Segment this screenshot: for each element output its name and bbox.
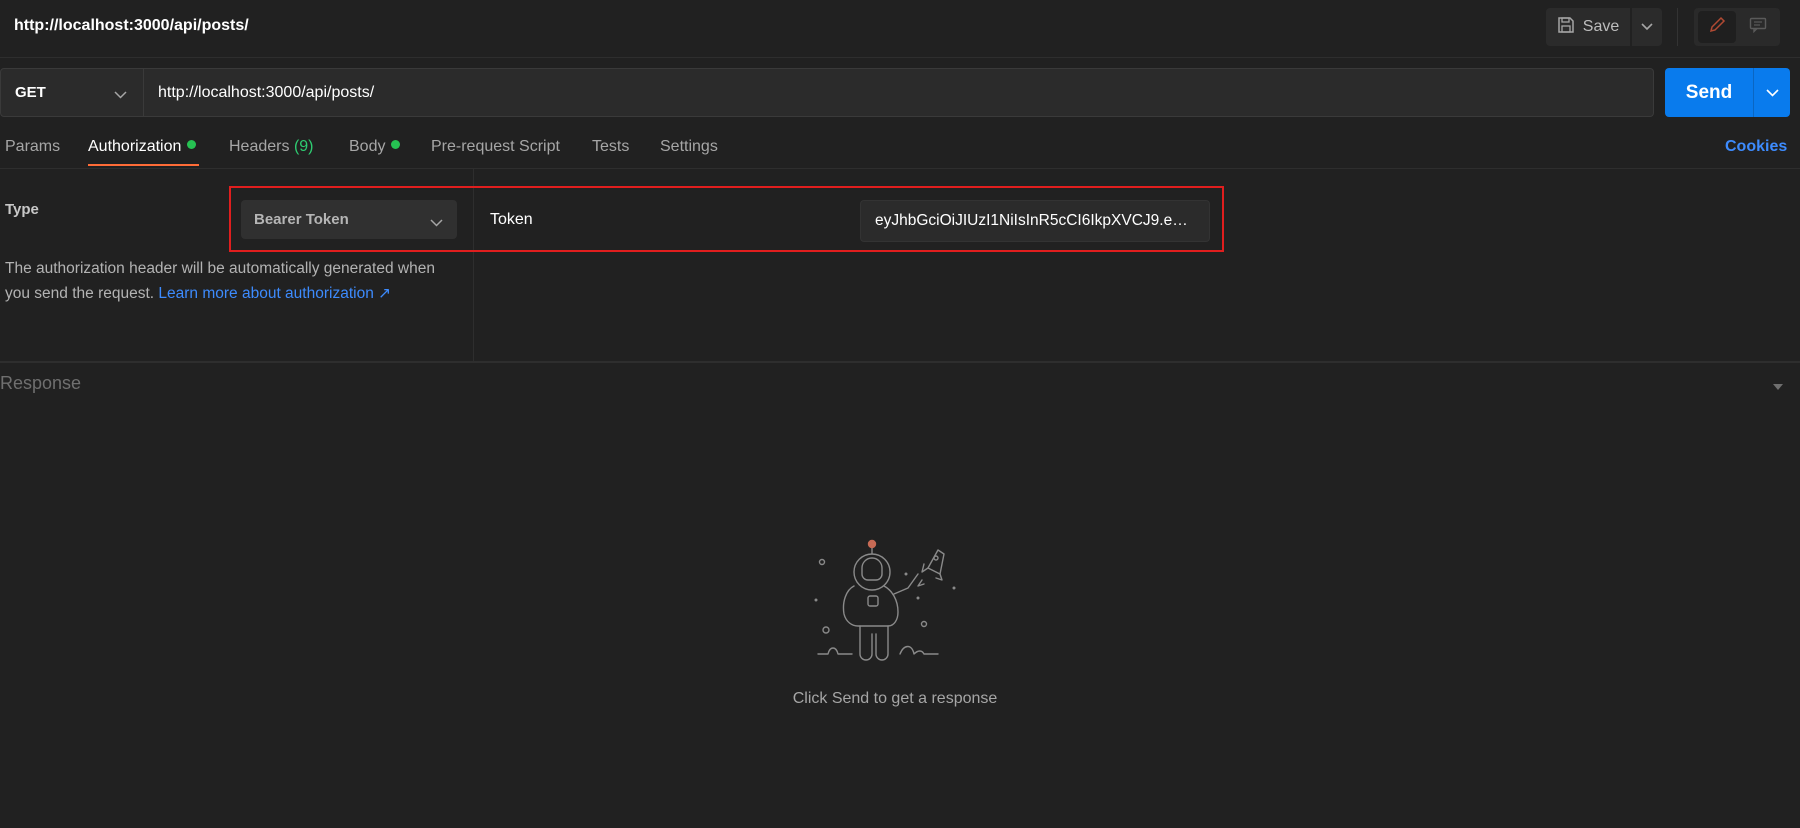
status-dot	[187, 140, 197, 149]
tab-params[interactable]: Params	[5, 138, 60, 156]
save-icon	[1557, 16, 1575, 39]
request-title-bar	[0, 0, 1800, 58]
comments-button[interactable]	[1740, 11, 1776, 43]
tab-authorization[interactable]: Authorization	[88, 138, 197, 156]
send-options-button[interactable]	[1754, 68, 1790, 117]
request-title[interactable]: http://localhost:3000/api/posts/	[14, 17, 249, 35]
method-label: GET	[15, 84, 46, 101]
tab-tests[interactable]: Tests	[592, 138, 629, 156]
learn-more-link[interactable]: Learn more about authorization ↗	[158, 285, 391, 302]
tab-label: Tests	[592, 138, 630, 155]
tab-label: Pre-request Script	[431, 138, 560, 155]
tab-label: Params	[5, 138, 61, 155]
toolbar-divider	[1677, 8, 1678, 46]
tab-headers[interactable]: Headers (9)	[229, 138, 314, 156]
comment-icon	[1749, 17, 1767, 38]
tab-body[interactable]: Body	[349, 138, 401, 156]
send-button[interactable]: Send	[1665, 68, 1753, 117]
pencil-icon	[1708, 16, 1726, 39]
url-input[interactable]	[144, 68, 1654, 117]
highlight-annotation-box	[229, 186, 1224, 252]
auth-description: The authorization header will be automat…	[5, 256, 455, 306]
edit-button[interactable]	[1698, 11, 1736, 43]
chevron-down-icon	[1765, 84, 1779, 102]
empty-response-message: Click Send to get a response	[792, 690, 998, 707]
tab-pre-request-script[interactable]: Pre-request Script	[431, 138, 560, 156]
caret-down-icon[interactable]	[1772, 378, 1784, 396]
cookies-link[interactable]: Cookies	[1725, 138, 1787, 156]
status-dot	[391, 140, 401, 149]
save-options-button[interactable]	[1632, 8, 1662, 46]
method-select[interactable]: GET	[0, 68, 144, 117]
tab-count-badge: (9)	[293, 138, 314, 155]
response-heading: Response	[0, 373, 82, 393]
save-button[interactable]: Save	[1546, 8, 1630, 46]
tab-label: Authorization	[88, 138, 182, 155]
active-tab-indicator	[88, 164, 199, 166]
save-label: Save	[1582, 18, 1620, 35]
tab-label: Body	[349, 138, 386, 155]
tab-settings[interactable]: Settings	[660, 138, 718, 156]
tabs-divider	[0, 168, 1800, 169]
astronaut-rocket-illustration	[800, 538, 990, 678]
chevron-down-icon	[1641, 18, 1653, 36]
tab-label: Settings	[660, 138, 718, 155]
auth-type-label: Type	[5, 201, 39, 218]
chevron-down-icon	[114, 86, 127, 104]
tab-label: Headers	[229, 138, 290, 155]
response-divider	[0, 361, 1800, 363]
